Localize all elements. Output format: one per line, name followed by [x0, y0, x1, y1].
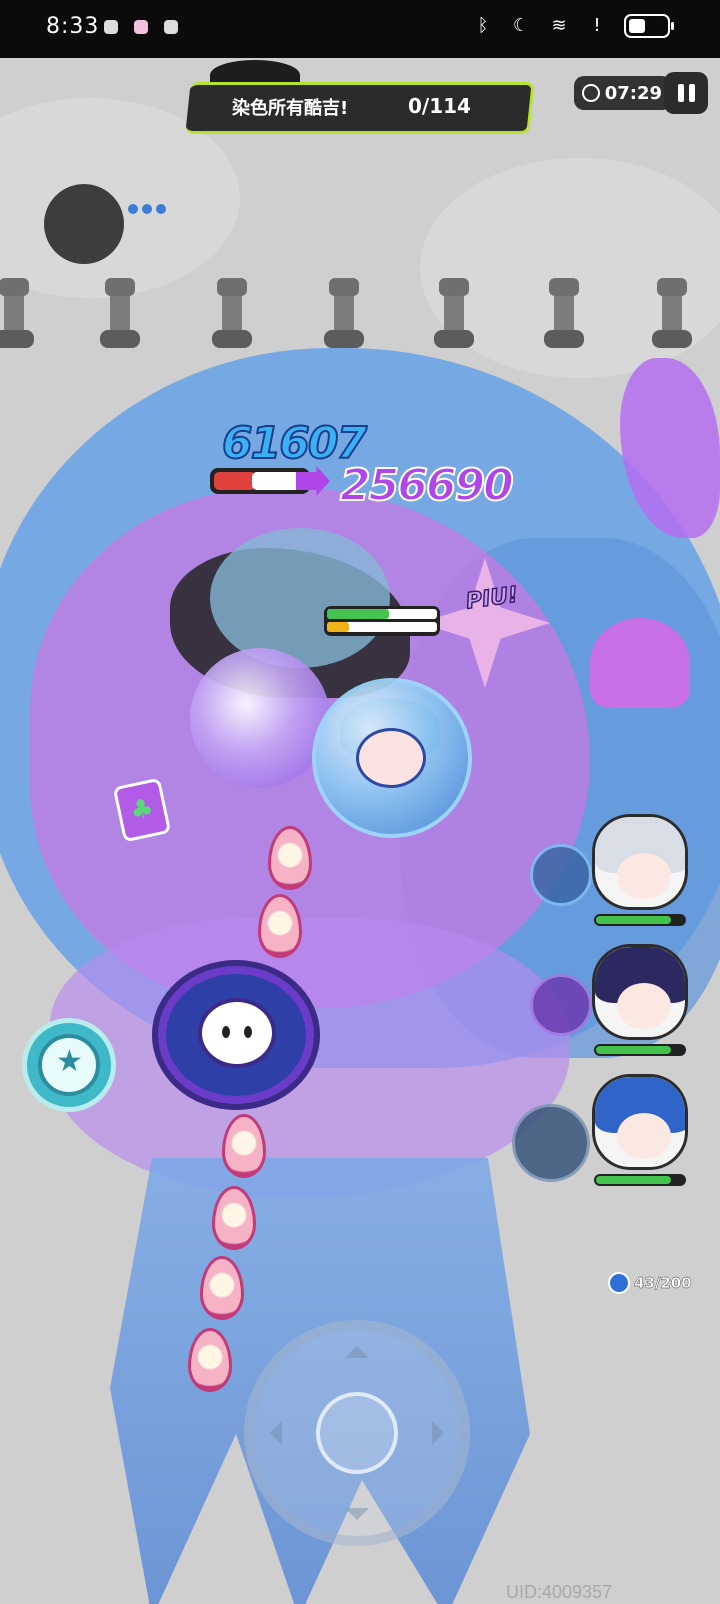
party-skill-button[interactable]	[530, 974, 592, 1036]
joystick-right-icon	[432, 1421, 456, 1445]
pillar	[100, 278, 140, 350]
pillar	[0, 278, 34, 350]
notification-icon	[104, 20, 118, 34]
smiley-face-icon	[198, 998, 276, 1068]
party-hp-bar	[594, 1044, 686, 1056]
status-bar: 8:33 ᛒ ☾ ≋ !	[0, 0, 720, 58]
status-time: 8:33	[46, 14, 100, 39]
pillar	[324, 278, 364, 350]
energy-value: 43/200	[634, 1274, 692, 1292]
alert-icon: !	[593, 15, 601, 36]
timer-value: 07:29	[604, 82, 662, 104]
energy-icon	[608, 1272, 630, 1294]
virtual-joystick[interactable]	[244, 1320, 470, 1546]
pillar	[212, 278, 252, 350]
party-hp-bar	[594, 914, 686, 926]
party-portrait[interactable]	[592, 814, 688, 910]
party-member-3[interactable]	[512, 1074, 692, 1194]
notification-icon	[164, 20, 178, 34]
minimap-indicators	[128, 204, 166, 214]
flower-pet	[152, 960, 320, 1110]
pause-icon	[688, 84, 695, 102]
bluetooth-icon: ᛒ	[477, 15, 489, 36]
game-viewport[interactable]: 染色所有酷吉! 0/114 07:29 61607 256690 PIU! ♣ …	[0, 58, 720, 1604]
pillar	[434, 278, 474, 350]
joystick-down-icon	[345, 1508, 369, 1532]
pause-button[interactable]	[664, 72, 708, 114]
pillar	[544, 278, 584, 350]
party-portrait[interactable]	[592, 1074, 688, 1170]
player-hp-bar	[324, 606, 440, 636]
party-skill-button[interactable]	[530, 844, 592, 906]
star-icon	[38, 1034, 100, 1096]
user-id: UID:4009357	[506, 1582, 613, 1602]
battery-icon	[624, 14, 674, 38]
joystick-left-icon	[258, 1421, 282, 1445]
pillar	[652, 278, 692, 350]
damage-number-crit: 256690	[339, 459, 515, 512]
party-hp-bar	[594, 1174, 686, 1186]
minimap[interactable]	[44, 184, 124, 264]
party-portrait[interactable]	[592, 944, 688, 1040]
moon-icon: ☾	[512, 15, 530, 36]
notification-icon	[134, 20, 148, 34]
party-skill-button[interactable]	[512, 1104, 590, 1182]
party-member-1[interactable]	[530, 814, 710, 934]
star-skill-button[interactable]	[22, 1018, 116, 1112]
purple-orb	[190, 648, 330, 788]
player-character	[356, 728, 426, 788]
wifi-icon: ≋	[551, 15, 567, 36]
status-icons: ᛒ ☾ ≋ !	[472, 14, 674, 38]
party-member-2[interactable]	[530, 944, 710, 1064]
pause-icon	[677, 84, 684, 102]
clock-icon	[582, 84, 600, 102]
joystick-up-icon	[345, 1334, 369, 1358]
mission-text: 染色所有酷吉!	[232, 98, 349, 119]
energy-counter: 43/200	[608, 1272, 692, 1294]
mushroom-decoration	[590, 618, 690, 708]
mission-progress: 0/114	[408, 94, 471, 118]
enemy-hp-bar	[210, 468, 310, 494]
joystick-knob[interactable]	[316, 1392, 398, 1474]
match-timer: 07:29	[574, 76, 672, 110]
